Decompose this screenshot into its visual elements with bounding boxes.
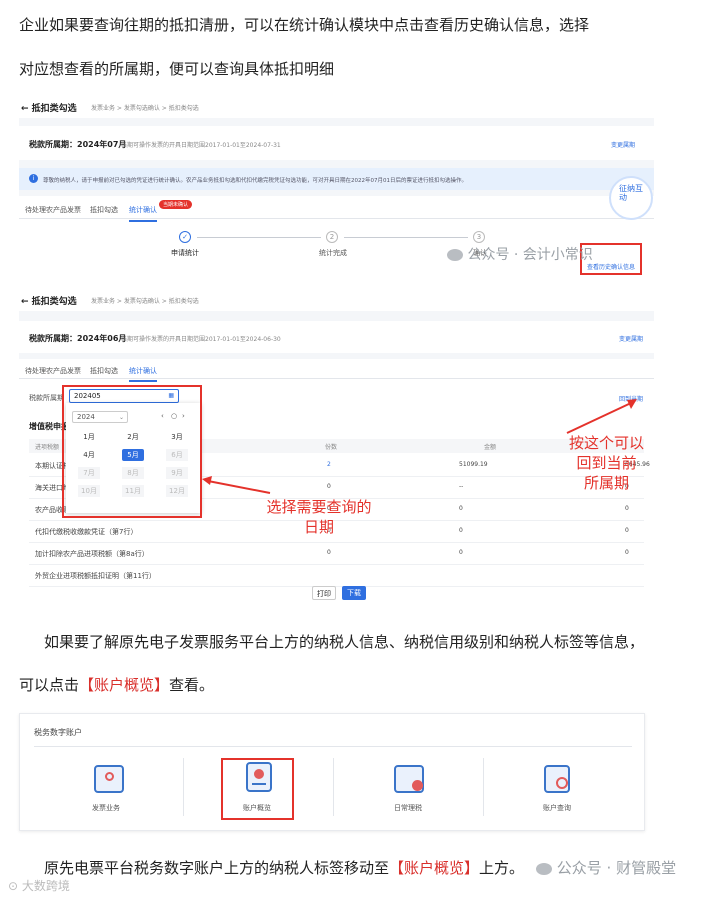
table-cell-amount: 51099.19	[459, 461, 488, 468]
confirm-card: 待处理农产品发票 抵扣勾选 统计确认 当期未确认 ✓ 2 3 申请统计 统计完成…	[19, 196, 654, 283]
watermark-1: 公众号 · 会计小常识	[447, 244, 593, 264]
tab-pending-agri[interactable]: 待处理农产品发票	[25, 366, 81, 376]
table-cell-amount: 0	[459, 505, 463, 512]
period-range: 当期可操作发票的开具日期范围2017-01-01至2024-07-31	[121, 142, 281, 149]
paragraph-2-line-1: 如果要了解原先电子发票服务平台上方的纳税人信息、纳税信用级别和纳税人标签等信息，	[44, 633, 645, 651]
paragraph-3: 原先电票平台税务数字账户上方的纳税人标签移动至【账户概览】上方。	[44, 857, 524, 878]
table-cell-tax: 0	[625, 549, 629, 556]
table-cell-count[interactable]: 2	[327, 461, 331, 468]
step-2-label: 统计完成	[319, 249, 347, 257]
account-query-icon[interactable]	[544, 765, 570, 793]
period-card: 税款所属期：2024年06月 当期可操作发票的开具日期范围2017-01-01至…	[19, 321, 654, 353]
table-cell-tax: 0	[625, 527, 629, 534]
breadcrumb-item[interactable]: 发票业务	[91, 298, 115, 305]
table-row: 外贸企业进项税额抵扣证明（第11行）	[29, 565, 644, 587]
para2-text: 可以点击	[19, 676, 80, 694]
top-bar: ← 抵扣类勾选 发票业务 > 发票勾选确认 > 抵扣类勾选	[19, 96, 654, 118]
wechat-icon	[536, 862, 552, 875]
watermark-1-text: 公众号 · 会计小常识	[467, 247, 593, 263]
watermark-3-text: 大数跨境	[21, 879, 70, 893]
tile-account-query[interactable]: 账户查询	[543, 803, 571, 813]
para2-text-end: 查看。	[169, 676, 215, 694]
step-1-check-icon: ✓	[179, 231, 191, 243]
breadcrumb: 发票业务 > 发票勾选确认 > 抵扣类勾选	[91, 298, 199, 305]
period-label: 税款所属期：2024年07月	[29, 140, 127, 149]
table-cell-tax: 0	[625, 505, 629, 512]
breadcrumb-item[interactable]: 发票勾选确认	[124, 105, 160, 112]
watermark-2-text: 公众号 · 财管殿堂	[556, 859, 677, 877]
para3-highlight: 【账户概览】	[389, 859, 480, 877]
watermark-2: 公众号 · 财管殿堂	[536, 857, 676, 878]
screenshot-tax-account: 税务数字账户 发票业务 账户概览 日常理税 账户查询	[19, 713, 645, 831]
mascot-assistant[interactable]: 征纳互动	[609, 176, 653, 220]
tab-statistics-confirm[interactable]: 统计确认	[129, 366, 157, 382]
highlight-box-picker	[62, 385, 202, 518]
change-period-link[interactable]: 变更属期	[611, 140, 635, 149]
daily-tax-icon[interactable]	[394, 765, 424, 793]
logo-icon: ⊙	[8, 879, 19, 893]
table-cell-name: 加计扣除农产品进项税额（第8a行）	[35, 550, 149, 558]
top-bar: ← 抵扣类勾选 发票业务 > 发票勾选确认 > 抵扣类勾选	[19, 289, 654, 311]
col-amount: 金额	[484, 444, 497, 451]
screenshot-history-query: ← 抵扣类勾选 发票业务 > 发票勾选确认 > 抵扣类勾选 税款所属期：2024…	[19, 289, 654, 604]
para3-text-end: 上方。	[479, 859, 525, 877]
table-cell-count: 0	[327, 483, 331, 490]
annotation-select-date: 选择需要查询的 日期	[266, 498, 372, 536]
period-range: 当期可操作发票的开具日期范围2017-01-01至2024-06-30	[121, 336, 281, 343]
download-button[interactable]: 下载	[342, 586, 366, 600]
invoice-business-icon[interactable]	[94, 765, 124, 793]
para3-text: 原先电票平台税务数字账户上方的纳税人标签移动至	[44, 859, 390, 877]
tab-deduct-select[interactable]: 抵扣勾选	[90, 366, 118, 376]
step-3-marker: 3	[473, 231, 485, 243]
tab-pending-agri[interactable]: 待处理农产品发票	[25, 205, 81, 215]
tab-statistics-confirm[interactable]: 统计确认	[129, 205, 157, 222]
breadcrumb-item[interactable]: 发票业务	[91, 105, 115, 112]
notice-banner: i 尊敬的纳税人，请于申报前对已勾选的凭证进行统计确认。农产品业务抵扣勾选和代扣…	[19, 168, 654, 190]
step-1-label: 申请统计	[171, 249, 199, 257]
tile-invoice-business[interactable]: 发票业务	[92, 803, 120, 813]
back-button[interactable]: ← 抵扣类勾选	[21, 101, 77, 114]
paragraph-2-line-2: 可以点击【账户概览】查看。	[19, 674, 214, 695]
period-label: 税款所属期：2024年06月	[29, 334, 127, 343]
breadcrumb-item: 抵扣类勾选	[168, 298, 199, 305]
period-card: 税款所属期：2024年07月 当期可操作发票的开具日期范围2017-01-01至…	[19, 126, 654, 160]
annotation-back-current: 按这个可以 回到当前 所属期	[568, 434, 644, 492]
paragraph-1-line-2: 对应想查看的所属期，便可以查询具体抵扣明细	[19, 60, 335, 78]
mascot-text: 征纳互动	[619, 184, 643, 202]
arrow-to-back-current-icon	[566, 399, 637, 434]
change-period-link[interactable]: 变更属期	[619, 334, 643, 343]
print-button[interactable]: 打印	[312, 586, 336, 600]
highlight-box-account-overview	[221, 758, 294, 820]
tile-daily-tax[interactable]: 日常理税	[394, 803, 422, 813]
table-cell-amount: 0	[459, 549, 463, 556]
watermark-3: ⊙ 大数跨境	[8, 877, 70, 894]
info-icon: i	[29, 174, 38, 183]
breadcrumb-item[interactable]: 发票勾选确认	[124, 298, 160, 305]
tax-account-title: 税务数字账户	[34, 728, 82, 737]
col-count: 份数	[325, 444, 338, 451]
table-cell-name: 外贸企业进项税额抵扣证明（第11行）	[35, 572, 156, 580]
breadcrumb: 发票业务 > 发票勾选确认 > 抵扣类勾选	[91, 105, 199, 112]
back-button[interactable]: ← 抵扣类勾选	[21, 294, 77, 307]
para2-highlight: 【账户概览】	[79, 676, 170, 694]
table-cell-amount: --	[459, 483, 464, 490]
table-cell-amount: 0	[459, 527, 463, 534]
breadcrumb-item: 抵扣类勾选	[168, 105, 199, 112]
wechat-icon	[447, 249, 463, 261]
arrow-to-picker-icon	[202, 476, 271, 494]
notice-text: 尊敬的纳税人，请于申报前对已勾选的凭证进行统计确认。农产品业务抵扣勾选和代扣代缴…	[43, 178, 467, 184]
unconfirmed-badge: 当期未确认	[159, 200, 193, 209]
step-2-marker: 2	[326, 231, 338, 243]
paragraph-1-line-1: 企业如果要查询往期的抵扣清册，可以在统计确认模块中点击查看历史确认信息，选择	[19, 16, 590, 34]
query-period-label: 税款所属期	[29, 394, 64, 402]
table-cell-name: 代扣代缴税收缴款凭证（第7行）	[35, 528, 138, 536]
col-type: 进项税额	[35, 444, 60, 451]
table-cell-count: 0	[327, 549, 331, 556]
table-row: 加计扣除农产品进项税额（第8a行） 0 0 0	[29, 543, 644, 565]
tab-deduct-select[interactable]: 抵扣勾选	[90, 205, 118, 215]
